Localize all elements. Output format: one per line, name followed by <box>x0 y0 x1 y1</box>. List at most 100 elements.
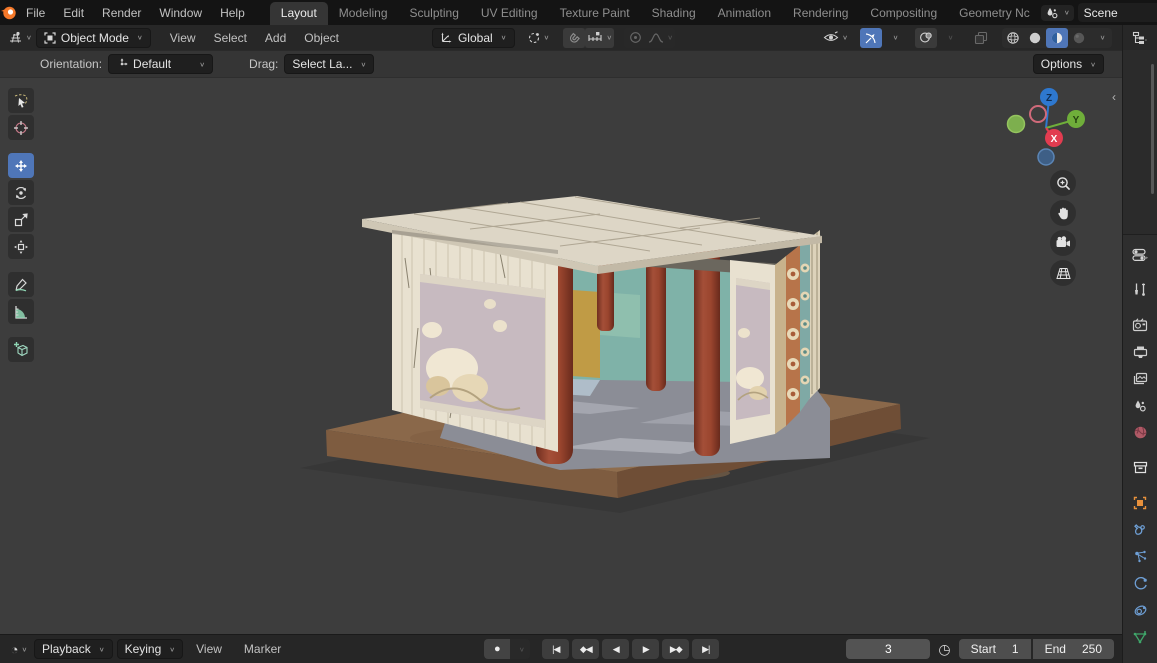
tab-object[interactable] <box>1125 489 1155 516</box>
ortho-toggle-button[interactable] <box>1050 260 1076 286</box>
tab-compositing[interactable]: Compositing <box>859 2 948 25</box>
current-frame-field[interactable]: 3 <box>846 639 931 659</box>
tab-rendering[interactable]: Rendering <box>782 2 859 25</box>
menu-view[interactable]: View <box>161 29 205 47</box>
auto-keying-group: ● ∨ <box>484 639 531 659</box>
playback-menu[interactable]: Playback ∨ <box>34 639 113 659</box>
xray-toggle-button[interactable] <box>970 28 992 48</box>
visibility-dropdown-button[interactable]: ∨ <box>821 28 850 48</box>
proportional-editing-button[interactable] <box>624 28 646 48</box>
tab-sculpting[interactable]: Sculpting <box>399 2 470 25</box>
proportional-falloff-button[interactable]: ∨ <box>646 28 675 48</box>
tool-move[interactable] <box>8 153 34 178</box>
scene-name-field[interactable]: Scene <box>1077 3 1157 22</box>
tab-layout[interactable]: Layout <box>269 2 328 25</box>
tab-geometry-nodes[interactable]: Geometry Nc <box>948 2 1041 25</box>
zoom-button[interactable] <box>1050 170 1076 196</box>
sidebar-collapse-chevron[interactable]: ‹ <box>1112 90 1116 104</box>
shading-dropdown[interactable]: ∨ <box>1090 28 1112 48</box>
tab-modifiers[interactable] <box>1125 516 1155 543</box>
tool-scale[interactable] <box>8 207 34 232</box>
orientation-default-selector[interactable]: Default ∨ <box>108 54 214 74</box>
jump-to-end-button[interactable]: ▶| <box>692 639 720 659</box>
shading-wireframe-button[interactable] <box>1002 28 1024 48</box>
blender-logo-icon[interactable] <box>0 4 17 21</box>
tab-uv-editing[interactable]: UV Editing <box>470 2 549 25</box>
timeline-view-menu[interactable]: View <box>187 640 231 658</box>
tab-collection[interactable] <box>1125 454 1155 481</box>
viewport-3d[interactable]: ‹ Z Y X <box>0 78 1122 634</box>
tab-texture-paint[interactable]: Texture Paint <box>549 2 641 25</box>
next-keyframe-button[interactable]: ▶◆ <box>662 639 690 659</box>
orientation-default-value: Default <box>133 57 172 71</box>
tool-annotate[interactable] <box>8 272 34 297</box>
chevron-down-icon: ∨ <box>500 33 507 42</box>
tab-scene[interactable] <box>1125 392 1155 419</box>
shading-rendered-button[interactable] <box>1068 28 1090 48</box>
pan-button[interactable] <box>1050 200 1076 226</box>
menu-select[interactable]: Select <box>205 29 256 47</box>
tool-add-cube[interactable] <box>8 337 34 362</box>
tool-transform[interactable] <box>8 234 34 259</box>
menu-render[interactable]: Render <box>93 4 150 22</box>
camera-view-button[interactable] <box>1050 230 1076 256</box>
navigation-gizmo[interactable]: Z Y X <box>1002 84 1088 170</box>
scene-browse-button[interactable]: ∨ <box>1040 4 1074 21</box>
tab-tool[interactable] <box>1125 276 1155 303</box>
timeline-editor-type-button[interactable]: ◔ ∨ <box>8 639 30 659</box>
transform-orientation-selector[interactable]: Global ∨ <box>431 27 515 48</box>
play-reverse-button[interactable]: ◀ <box>602 639 630 659</box>
snap-settings-button[interactable]: ∨ <box>585 27 615 48</box>
shading-solid-button[interactable] <box>1024 28 1046 48</box>
outliner-editor-type-button[interactable] <box>1123 25 1157 50</box>
menu-help[interactable]: Help <box>211 4 254 22</box>
menu-file[interactable]: File <box>17 4 54 22</box>
topbar: File Edit Render Window Help Layout Mode… <box>0 0 1157 25</box>
drag-selector[interactable]: Select La... ∨ <box>284 54 375 74</box>
editor-type-button[interactable]: ∨ <box>6 28 34 48</box>
outliner-region[interactable] <box>1123 50 1157 235</box>
play-button[interactable]: ▶ <box>632 639 660 659</box>
tab-object-data[interactable] <box>1125 624 1155 651</box>
tab-particles[interactable] <box>1125 543 1155 570</box>
prev-keyframe-button[interactable]: ◆◀ <box>572 639 600 659</box>
end-value: 250 <box>1081 642 1102 656</box>
auto-keying-record-button[interactable]: ● <box>484 639 511 659</box>
tool-rotate[interactable] <box>8 180 34 205</box>
tab-output[interactable] <box>1125 338 1155 365</box>
show-gizmo-dropdown[interactable]: ∨ <box>883 28 905 48</box>
tab-physics[interactable] <box>1125 570 1155 597</box>
tool-cursor[interactable] <box>8 115 34 140</box>
mode-selector[interactable]: Object Mode ∨ <box>35 27 151 48</box>
tab-shading[interactable]: Shading <box>641 2 707 25</box>
snap-toggle-button[interactable] <box>563 27 586 48</box>
chevron-down-icon: ∨ <box>98 645 105 653</box>
outliner-scrollbar[interactable] <box>1151 64 1154 194</box>
pivot-point-button[interactable]: ∨ <box>525 28 552 48</box>
show-overlays-button[interactable] <box>915 27 937 48</box>
tab-render[interactable] <box>1125 311 1155 338</box>
shading-material-button[interactable] <box>1046 27 1068 48</box>
jump-to-start-button[interactable]: |◀ <box>542 639 570 659</box>
tab-constraints[interactable] <box>1125 597 1155 624</box>
tab-modeling[interactable]: Modeling <box>328 2 399 25</box>
options-button[interactable]: Options ∨ <box>1032 54 1104 74</box>
keying-menu[interactable]: Keying ∨ <box>116 639 184 659</box>
menu-edit[interactable]: Edit <box>54 4 93 22</box>
tool-select-box[interactable] <box>8 88 34 113</box>
tab-animation[interactable]: Animation <box>707 2 782 25</box>
show-gizmo-button[interactable] <box>860 27 882 48</box>
properties-editor-type-button[interactable] <box>1125 241 1155 268</box>
end-frame-field[interactable]: End 250 <box>1032 639 1114 659</box>
menu-object[interactable]: Object <box>295 29 348 47</box>
menu-window[interactable]: Window <box>150 4 211 22</box>
auto-keying-dropdown[interactable]: ∨ <box>510 639 531 659</box>
tool-measure[interactable] <box>8 299 34 324</box>
overlays-dropdown[interactable]: ∨ <box>938 28 960 48</box>
tab-view-layer[interactable] <box>1125 365 1155 392</box>
timeline-marker-menu[interactable]: Marker <box>235 640 290 658</box>
start-frame-field[interactable]: Start 1 <box>958 639 1031 659</box>
menu-add[interactable]: Add <box>256 29 295 47</box>
drag-label: Drag: <box>249 57 279 71</box>
tab-world[interactable] <box>1125 419 1155 446</box>
